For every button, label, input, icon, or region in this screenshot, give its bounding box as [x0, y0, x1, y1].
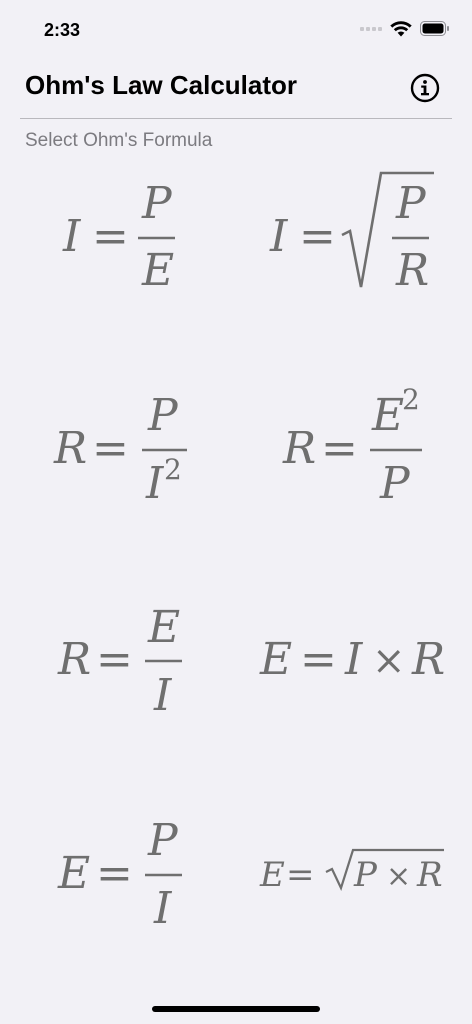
formula-numerator: P	[147, 815, 179, 866]
formula-e-equals-i-times-r[interactable]: E = I × R	[246, 588, 452, 758]
formula-denominator: P	[379, 458, 411, 509]
formula-lhs: I	[62, 211, 82, 262]
info-circle-icon	[410, 73, 440, 103]
equals-sign: =	[321, 423, 358, 474]
formula-e-equals-p-over-i[interactable]: E = P I	[20, 800, 226, 970]
formula-lhs: R	[53, 423, 87, 474]
formula-lhs: E	[259, 634, 292, 685]
formula-denominator: I	[153, 670, 173, 721]
equals-sign: =	[96, 634, 133, 685]
formula-numerator: P	[147, 390, 179, 441]
header-divider	[20, 118, 452, 119]
formula-operand: I	[344, 634, 364, 685]
info-button[interactable]	[410, 73, 440, 103]
formula-numerator: E	[147, 602, 180, 653]
status-time: 2:33	[44, 20, 81, 40]
equals-sign: =	[96, 848, 133, 899]
formula-r-equals-e-over-i[interactable]: R = E I	[20, 588, 226, 758]
formula-lhs: I	[269, 211, 289, 262]
formula-lhs: E	[259, 855, 285, 895]
formula-r-equals-p-over-i-squared[interactable]: R = P I 2	[20, 375, 226, 545]
formula-numerator: P	[395, 178, 427, 229]
equals-sign: =	[300, 634, 337, 685]
cellular-signal-icon	[360, 26, 382, 31]
formula-lhs: R	[282, 423, 316, 474]
formula-operand: P	[353, 855, 378, 895]
equals-sign: =	[92, 211, 129, 262]
equals-sign: =	[286, 855, 315, 895]
navigation-header: Ohm's Law Calculator	[0, 60, 472, 116]
formula-e-equals-sqrt-p-times-r[interactable]: E = P × R	[246, 800, 452, 970]
status-icons	[360, 20, 450, 37]
formula-denominator: I	[145, 458, 165, 509]
formula-i-equals-p-over-e[interactable]: I = P E	[20, 165, 226, 335]
battery-icon	[420, 21, 449, 36]
equals-sign: =	[299, 211, 336, 262]
formula-exponent: 2	[164, 453, 182, 486]
formula-numerator: E	[371, 390, 404, 441]
formula-denominator: E	[141, 245, 174, 296]
formula-operand: R	[411, 634, 445, 685]
app-title: Ohm's Law Calculator	[25, 70, 298, 100]
status-bar: 2:33	[0, 0, 472, 56]
formula-denominator: R	[395, 245, 429, 296]
formula-lhs: E	[57, 848, 90, 899]
times-sign: ×	[386, 859, 411, 894]
equals-sign: =	[92, 423, 129, 474]
formula-numerator: P	[141, 178, 173, 229]
formula-operand: R	[416, 855, 443, 895]
formula-r-equals-e-squared-over-p[interactable]: R = E 2 P	[246, 375, 452, 545]
wifi-icon	[390, 21, 412, 37]
formula-i-equals-sqrt-p-over-r[interactable]: I = P R	[246, 165, 452, 335]
formula-denominator: I	[153, 883, 173, 934]
section-label: Select Ohm's Formula	[25, 130, 213, 151]
formula-exponent: 2	[402, 383, 420, 416]
home-indicator[interactable]	[152, 1006, 320, 1012]
times-sign: ×	[372, 638, 406, 684]
formula-lhs: R	[57, 634, 91, 685]
